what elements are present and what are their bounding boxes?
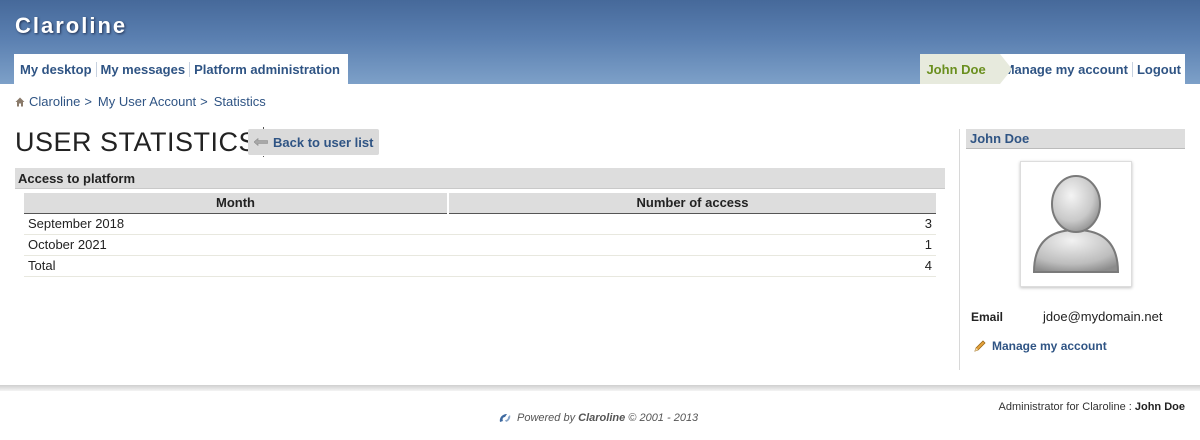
table-row: Total 4: [24, 255, 936, 277]
nav-my-desktop[interactable]: My desktop: [16, 61, 97, 77]
sidebar-manage-account-link[interactable]: Manage my account: [973, 339, 1107, 353]
footer-powered-by: Powered by Claroline © 2001 - 2013: [498, 412, 698, 424]
footer-copyright: © 2001 - 2013: [628, 412, 699, 424]
breadcrumb-claroline[interactable]: Claroline: [29, 94, 80, 109]
month-cell: September 2018: [24, 213, 448, 235]
nav-my-messages[interactable]: My messages: [97, 61, 191, 77]
section-header: Access to platform: [15, 168, 945, 189]
access-stats-table: Month Number of access September 2018 3 …: [24, 193, 936, 277]
footer-powered-brand[interactable]: Claroline: [578, 412, 625, 424]
footer-admin-text: Administrator for Claroline : John Doe: [999, 401, 1185, 413]
page-title: USER STATISTICS: [15, 127, 265, 157]
email-value: jdoe@mydomain.net: [1043, 309, 1163, 324]
total-label-cell: Total: [24, 255, 448, 277]
footer-admin-prefix: Administrator for Claroline :: [998, 401, 1132, 413]
user-sidebar: John Doe Email jdoe@mydomain.net Manage …: [959, 129, 1185, 370]
table-row: September 2018 3: [24, 213, 936, 235]
pencil-icon: [973, 339, 986, 353]
claroline-logo-icon: [498, 412, 512, 424]
footer-divider: [0, 385, 1200, 391]
month-cell: October 2021: [24, 234, 448, 256]
breadcrumb-my-user-account[interactable]: My User Account: [98, 94, 196, 109]
breadcrumb-statistics[interactable]: Statistics: [214, 94, 266, 109]
user-nav: John Doe Manage my account Logout: [920, 54, 1185, 84]
table-header-row: Month Number of access: [24, 193, 936, 214]
user-avatar: [1020, 161, 1132, 287]
access-count-cell: 3: [448, 213, 936, 235]
footer-admin-name[interactable]: John Doe: [1135, 401, 1185, 413]
breadcrumb: Claroline > My User Account > Statistics: [15, 94, 266, 109]
sidebar-user-name: John Doe: [966, 129, 1185, 149]
home-icon: [15, 97, 25, 107]
current-user-name: John Doe: [920, 54, 1012, 84]
manage-account-label: Manage my account: [992, 339, 1107, 353]
default-user-avatar-icon: [1032, 175, 1120, 273]
header: Claroline My desktop My messages Platfor…: [0, 0, 1200, 84]
nav-platform-administration[interactable]: Platform administration: [190, 62, 344, 77]
total-count-cell: 4: [448, 255, 936, 277]
breadcrumb-separator: >: [84, 94, 92, 109]
back-button-label: Back to user list: [273, 134, 374, 150]
table-row: October 2021 1: [24, 234, 936, 256]
footer-powered-prefix: Powered by: [517, 412, 576, 424]
app-logo[interactable]: Claroline: [15, 13, 127, 39]
back-arrow-icon: [254, 138, 268, 146]
breadcrumb-separator: >: [200, 94, 208, 109]
access-count-cell: 1: [448, 234, 936, 256]
email-label: Email: [971, 310, 1004, 324]
column-header-number-of-access: Number of access: [447, 193, 936, 214]
back-to-user-list-button[interactable]: Back to user list: [248, 129, 380, 155]
nav-logout[interactable]: Logout: [1133, 62, 1185, 77]
main-nav: My desktop My messages Platform administ…: [14, 54, 348, 84]
column-header-month: Month: [24, 193, 448, 214]
nav-manage-my-account[interactable]: Manage my account: [1000, 61, 1133, 77]
